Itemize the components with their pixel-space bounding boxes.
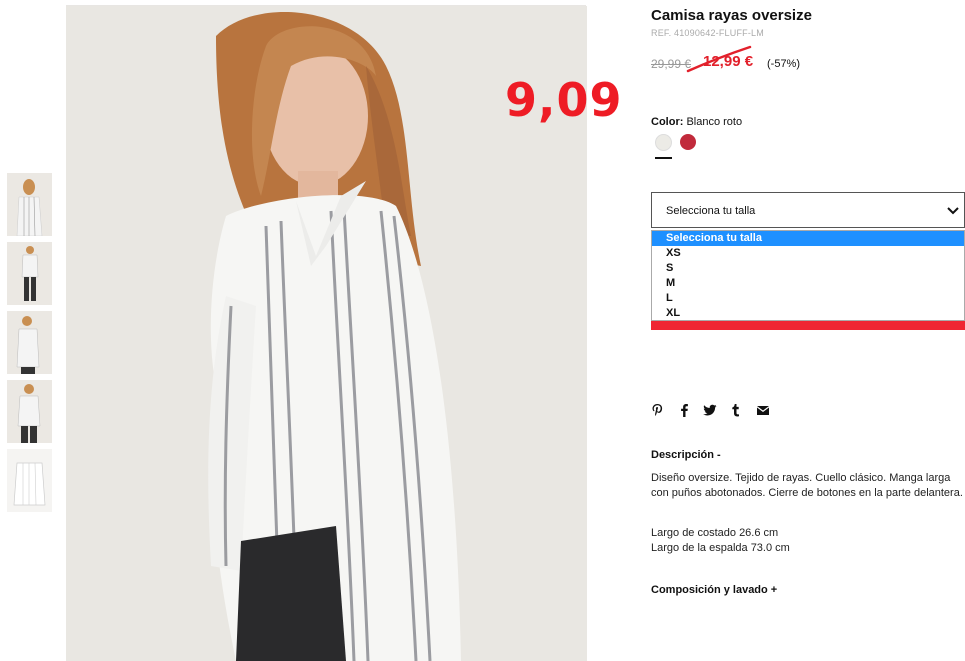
size-select-value: Selecciona tu talla <box>666 205 756 217</box>
handwritten-price-annotation: 9,09 <box>505 73 623 127</box>
color-label: Color: Blanco roto <box>651 116 743 128</box>
size-option[interactable]: XL <box>652 306 964 321</box>
thumbnail-1[interactable] <box>7 173 52 236</box>
size-option[interactable]: M <box>652 276 964 291</box>
tumblr-icon[interactable] <box>731 403 741 417</box>
size-option[interactable]: Selecciona tu talla <box>652 231 964 246</box>
measurement-back-length: Largo de la espalda 73.0 cm <box>651 542 790 554</box>
composition-heading[interactable]: Composición y lavado + <box>651 584 777 596</box>
size-option[interactable]: S <box>652 261 964 276</box>
discount-badge: (-57%) <box>767 58 801 70</box>
measurement-side-length: Largo de costado 26.6 cm <box>651 527 779 539</box>
description-heading[interactable]: Descripción - <box>651 449 721 461</box>
twitter-icon[interactable] <box>703 403 717 417</box>
size-select[interactable]: Selecciona tu talla <box>651 192 965 228</box>
thumbnail-3[interactable] <box>7 311 52 374</box>
color-value: Blanco roto <box>686 116 743 128</box>
annotation-strike-line <box>686 45 752 73</box>
pinterest-icon[interactable] <box>651 403 664 417</box>
product-title: Camisa rayas oversize <box>651 7 812 24</box>
selected-swatch-indicator <box>655 157 672 159</box>
add-to-bag-bar[interactable] <box>651 321 965 330</box>
thumbnail-4[interactable] <box>7 380 52 443</box>
thumbnail-5[interactable] <box>7 449 52 512</box>
product-ref: REF. 41090642-FLUFF-LM <box>651 28 764 38</box>
size-option[interactable]: XS <box>652 246 964 261</box>
thumbnail-2[interactable] <box>7 242 52 305</box>
size-option[interactable]: L <box>652 291 964 306</box>
email-icon[interactable] <box>757 406 769 415</box>
swatch-blanco-roto[interactable] <box>655 134 672 151</box>
description-text: Diseño oversize. Tejido de rayas. Cuello… <box>651 472 963 499</box>
measurements: Largo de costado 26.6 cm Largo de la esp… <box>651 526 790 556</box>
chevron-down-icon <box>947 207 959 215</box>
size-dropdown-list: Selecciona tu talla XS S M L XL <box>651 230 965 321</box>
facebook-icon[interactable] <box>679 403 689 417</box>
thumbnail-list <box>7 173 52 518</box>
swatch-rojo[interactable] <box>680 134 696 150</box>
